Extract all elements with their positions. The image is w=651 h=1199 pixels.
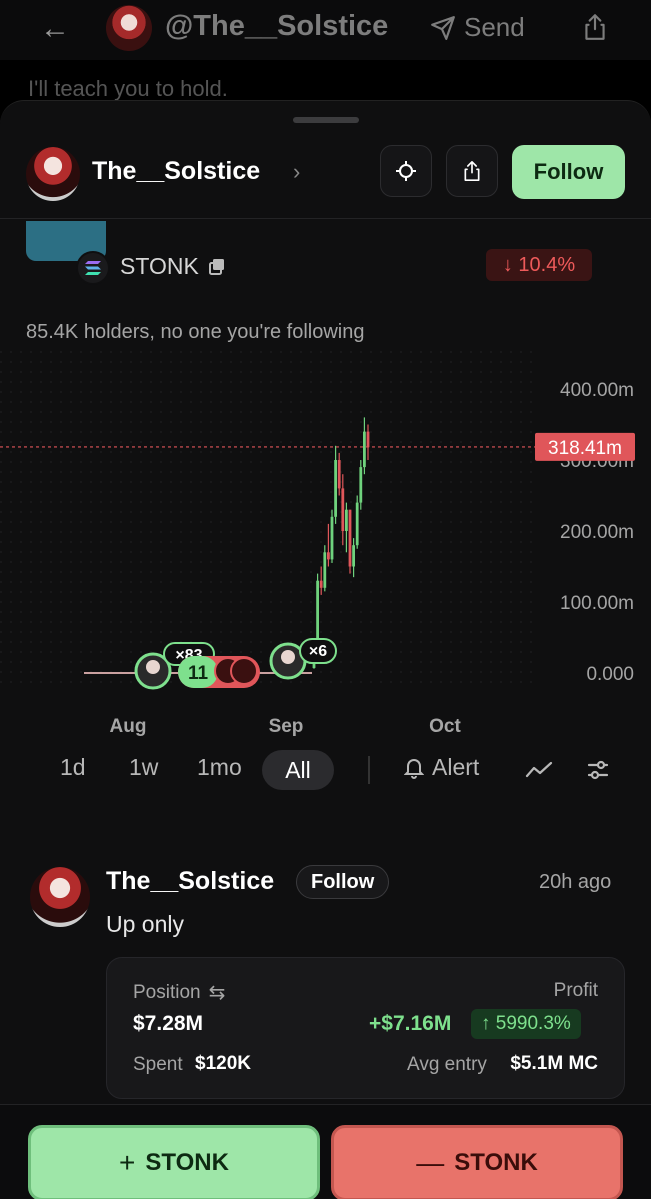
candle-body [355, 502, 359, 546]
post-author[interactable]: The__Solstice [106, 867, 274, 896]
share-icon[interactable] [582, 12, 608, 42]
bell-icon [404, 758, 424, 779]
range-1w[interactable]: 1w [129, 754, 158, 781]
range-selector: 1d 1w 1mo All Alert [0, 746, 651, 796]
crosshair-icon [396, 161, 416, 181]
candle-body [327, 552, 330, 560]
post-follow-button[interactable]: Follow [296, 865, 390, 899]
price-change-value: 10.4% [518, 253, 576, 276]
trader-avatar-marker[interactable] [230, 657, 258, 685]
top-bar: ← @The__Solstice Send [0, 0, 651, 60]
y-axis: 400.00m300.00m200.00m100.00m0.000 [560, 380, 634, 685]
alert-button[interactable]: Alert [404, 754, 479, 781]
candle-body [319, 580, 323, 588]
y-tick-label: 0.000 [586, 664, 634, 685]
send-label: Send [464, 12, 525, 42]
range-all[interactable]: All [262, 750, 334, 790]
candle-body [334, 460, 337, 517]
back-arrow-icon[interactable]: ← [40, 12, 70, 46]
token-symbol[interactable]: STONK [120, 253, 227, 280]
candle-body [323, 552, 327, 588]
send-button[interactable]: Send [430, 12, 525, 43]
post-time: 20h ago [539, 871, 612, 893]
post-text: Up only [106, 911, 184, 937]
trade-bar: + STONK — STONK [0, 1104, 651, 1199]
x-axis: Aug Sep Oct [110, 716, 462, 737]
token-sheet: The__Solstice › Follow STONK ↓ 10.4% 85.… [0, 100, 651, 1199]
locate-button[interactable] [380, 145, 432, 197]
token-symbol-label: STONK [120, 253, 199, 279]
price-change-badge: ↓ 10.4% [486, 249, 592, 281]
token-row: STONK ↓ 10.4% [0, 221, 651, 291]
current-price-tag: 318.41m [535, 432, 635, 461]
alert-label: Alert [432, 754, 480, 780]
position-value: $7.28M [133, 1012, 204, 1035]
candle-body [341, 488, 345, 531]
share-button[interactable] [446, 145, 498, 197]
arrow-down-icon: ↓ [502, 253, 519, 276]
range-1d[interactable]: 1d [60, 754, 86, 781]
buy-label: STONK [145, 1149, 229, 1176]
candle-body [352, 545, 355, 567]
candle-body [337, 460, 341, 489]
profit-pct: 5990.3% [495, 1013, 571, 1034]
range-1mo[interactable]: 1mo [197, 754, 242, 781]
sell-button[interactable]: — STONK [331, 1125, 623, 1199]
sell-label: STONK [454, 1149, 538, 1176]
y-tick-label: 200.00m [560, 522, 634, 543]
chevron-right-icon[interactable]: › [293, 159, 300, 185]
candle-body [348, 509, 352, 567]
candle-body [330, 516, 334, 560]
plus-icon: + [119, 1147, 136, 1178]
swap-icon: ⇆ [208, 982, 226, 1004]
y-tick-label: 100.00m [560, 593, 634, 614]
arrow-up-icon: ↑ [481, 1013, 496, 1034]
holders-text: 85.4K holders, no one you're following [26, 321, 365, 343]
current-price-label: 318.41m [548, 438, 622, 459]
position-header: Position ⇆ [133, 980, 225, 1005]
solana-icon [76, 251, 110, 285]
avatar[interactable] [30, 867, 90, 927]
divider [368, 756, 370, 784]
avatar-face [281, 650, 295, 664]
buy-button[interactable]: + STONK [28, 1125, 320, 1199]
share-icon [464, 161, 480, 182]
follow-button[interactable]: Follow [512, 145, 625, 199]
price-chart[interactable]: 400.00m300.00m200.00m100.00m0.000 318.41… [0, 351, 651, 751]
profit-pct-badge: ↑ 5990.3% [471, 1009, 581, 1039]
y-tick-label: 400.00m [560, 380, 634, 401]
x-tick-label: Oct [429, 716, 461, 737]
background-post-text: I'll teach you to hold. [28, 76, 228, 101]
marker-count: ×6 [309, 643, 327, 660]
marker-number: 11 [188, 663, 209, 684]
profit-label: Profit [553, 980, 598, 1001]
avg-entry-value: $5.1M MC [510, 1053, 598, 1074]
copy-icon[interactable] [207, 257, 227, 277]
line-chart-icon[interactable] [525, 760, 553, 780]
profile-name[interactable]: The__Solstice [92, 157, 260, 186]
sheet-header: The__Solstice › Follow [0, 131, 651, 219]
profile-handle: @The__Solstice [165, 10, 389, 42]
avg-entry-label: Avg entry [407, 1054, 487, 1075]
sheet-grabber[interactable] [293, 117, 359, 123]
avatar-face [146, 660, 160, 674]
position-label: Position [133, 981, 201, 1003]
candle-body [366, 431, 370, 448]
candle-body [345, 509, 348, 531]
x-tick-label: Sep [269, 716, 304, 737]
send-icon [431, 15, 455, 40]
chart-grid [0, 351, 540, 691]
position-card[interactable]: Position ⇆ $7.28M Spent $120K Profit +$7… [106, 957, 625, 1099]
profit-value: +$7.16M [369, 1012, 452, 1035]
x-tick-label: Aug [110, 716, 147, 737]
spent-value: $120K [195, 1053, 251, 1074]
candle-body [363, 431, 366, 468]
avatar[interactable] [26, 147, 80, 201]
candle-body [359, 467, 363, 503]
sliders-icon[interactable] [586, 758, 610, 782]
avatar[interactable] [106, 5, 152, 51]
spent-label: Spent [133, 1054, 183, 1075]
minus-icon: — [416, 1147, 445, 1178]
